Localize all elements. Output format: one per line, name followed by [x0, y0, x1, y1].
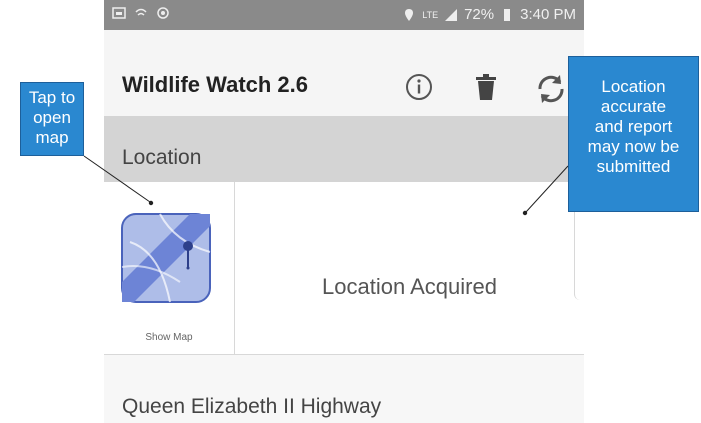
callout-line: and report	[594, 117, 673, 136]
callout-location-accurate: Location accurate and report may now be …	[568, 56, 699, 212]
network-type: LTE	[422, 9, 439, 20]
clock: 3:40 PM	[520, 6, 576, 23]
road-row: Queen Elizabeth II Highway	[104, 355, 584, 423]
road-name: Queen Elizabeth II Highway	[122, 395, 382, 418]
location-section-header: Location	[104, 116, 584, 182]
gallery-notification-icon	[112, 7, 126, 19]
callout-line: Location	[601, 77, 666, 96]
show-map-label: Show Map	[145, 332, 193, 343]
callout-line: submitted	[596, 157, 671, 176]
trash-icon[interactable]	[474, 72, 498, 102]
callout-tap-to-open-map: Tap to open map	[20, 82, 84, 156]
signal-icon	[445, 8, 458, 21]
wifi-call-icon	[135, 8, 147, 16]
section-title: Location	[122, 146, 202, 169]
sync-icon[interactable]	[534, 72, 568, 106]
battery-percent: 72%	[464, 6, 495, 23]
callout-line: map	[35, 128, 69, 147]
callout-line: open	[33, 108, 71, 127]
callout-line: may now be	[587, 137, 680, 156]
map-icon	[121, 213, 211, 303]
battery-icon	[504, 8, 511, 21]
location-status: Location Acquired	[322, 274, 497, 299]
callout-line: Tap to	[28, 88, 76, 107]
photo-notification-icon	[157, 7, 169, 19]
app-bar: Wildlife Watch 2.6	[104, 30, 584, 117]
app-title: Wildlife Watch 2.6	[122, 72, 309, 97]
status-bar: LTE 72% 3:40 PM	[104, 0, 584, 30]
callout-line: accurate	[600, 97, 667, 116]
location-row: Show Map Location Acquired	[104, 182, 584, 355]
show-map-button[interactable]: Show Map	[104, 182, 235, 354]
phone-screen: LTE 72% 3:40 PM Wildlife Watch 2.6 Locat…	[104, 0, 584, 423]
location-pin-icon	[405, 8, 414, 21]
info-icon[interactable]	[404, 72, 434, 102]
